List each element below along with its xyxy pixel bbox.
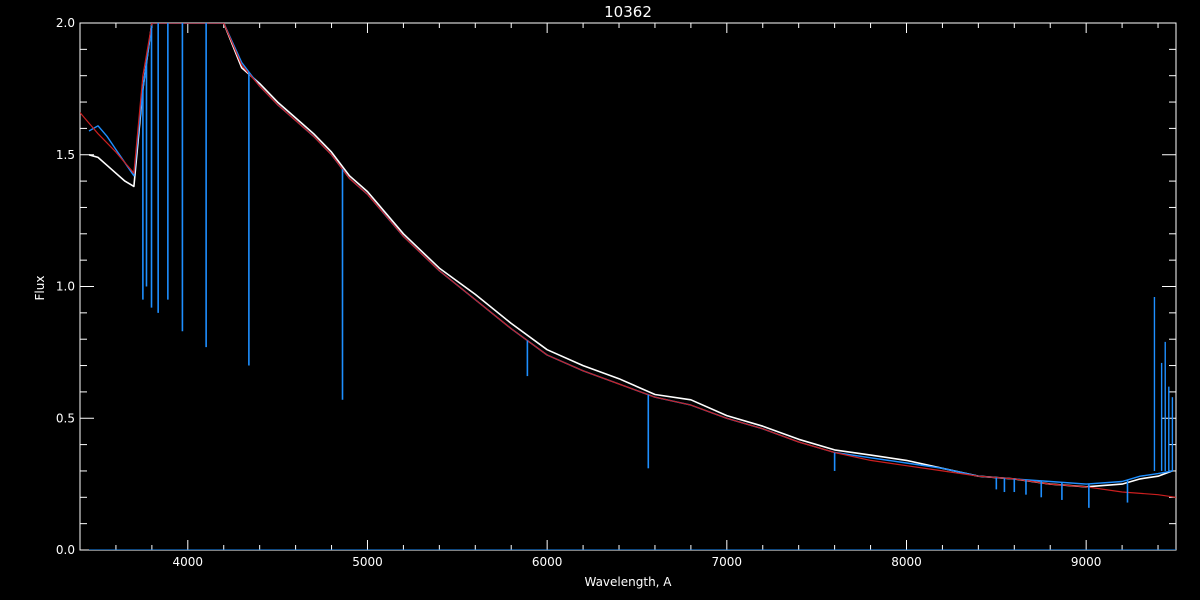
x-tick-label: 4000 [173, 555, 204, 569]
chart-title: 10362 [604, 3, 652, 21]
y-axis-title: Flux [33, 276, 47, 301]
plot-area [80, 23, 1176, 550]
y-tick-label: 2.0 [56, 16, 75, 30]
x-tick-label: 7000 [712, 555, 743, 569]
observed-spectrum-line [88, 23, 1173, 488]
plot-axes: 4000 5000 6000 7000 8000 9000 0.0 0.5 1.0 1.5 2.0 [56, 16, 1177, 569]
y-tick-label: 0.0 [56, 543, 75, 557]
plot-frame [79, 22, 1177, 551]
y-tick-label: 1.0 [56, 280, 75, 294]
model-spectrum-line [88, 23, 1173, 485]
x-tick-label: 8000 [891, 555, 922, 569]
y-tick-label: 0.5 [56, 411, 75, 425]
x-tick-label: 6000 [532, 555, 563, 569]
series-group [80, 23, 1176, 550]
x-tick-label: 9000 [1071, 555, 1102, 569]
fit-continuum-line [80, 23, 1176, 498]
x-axis-title: Wavelength, A [584, 575, 672, 589]
spectrum-chart: 10362 Wavelength, A Flux 4000 5000 6000 700… [33, 3, 1177, 589]
y-tick-label: 1.5 [56, 148, 75, 162]
x-tick-label: 5000 [352, 555, 383, 569]
